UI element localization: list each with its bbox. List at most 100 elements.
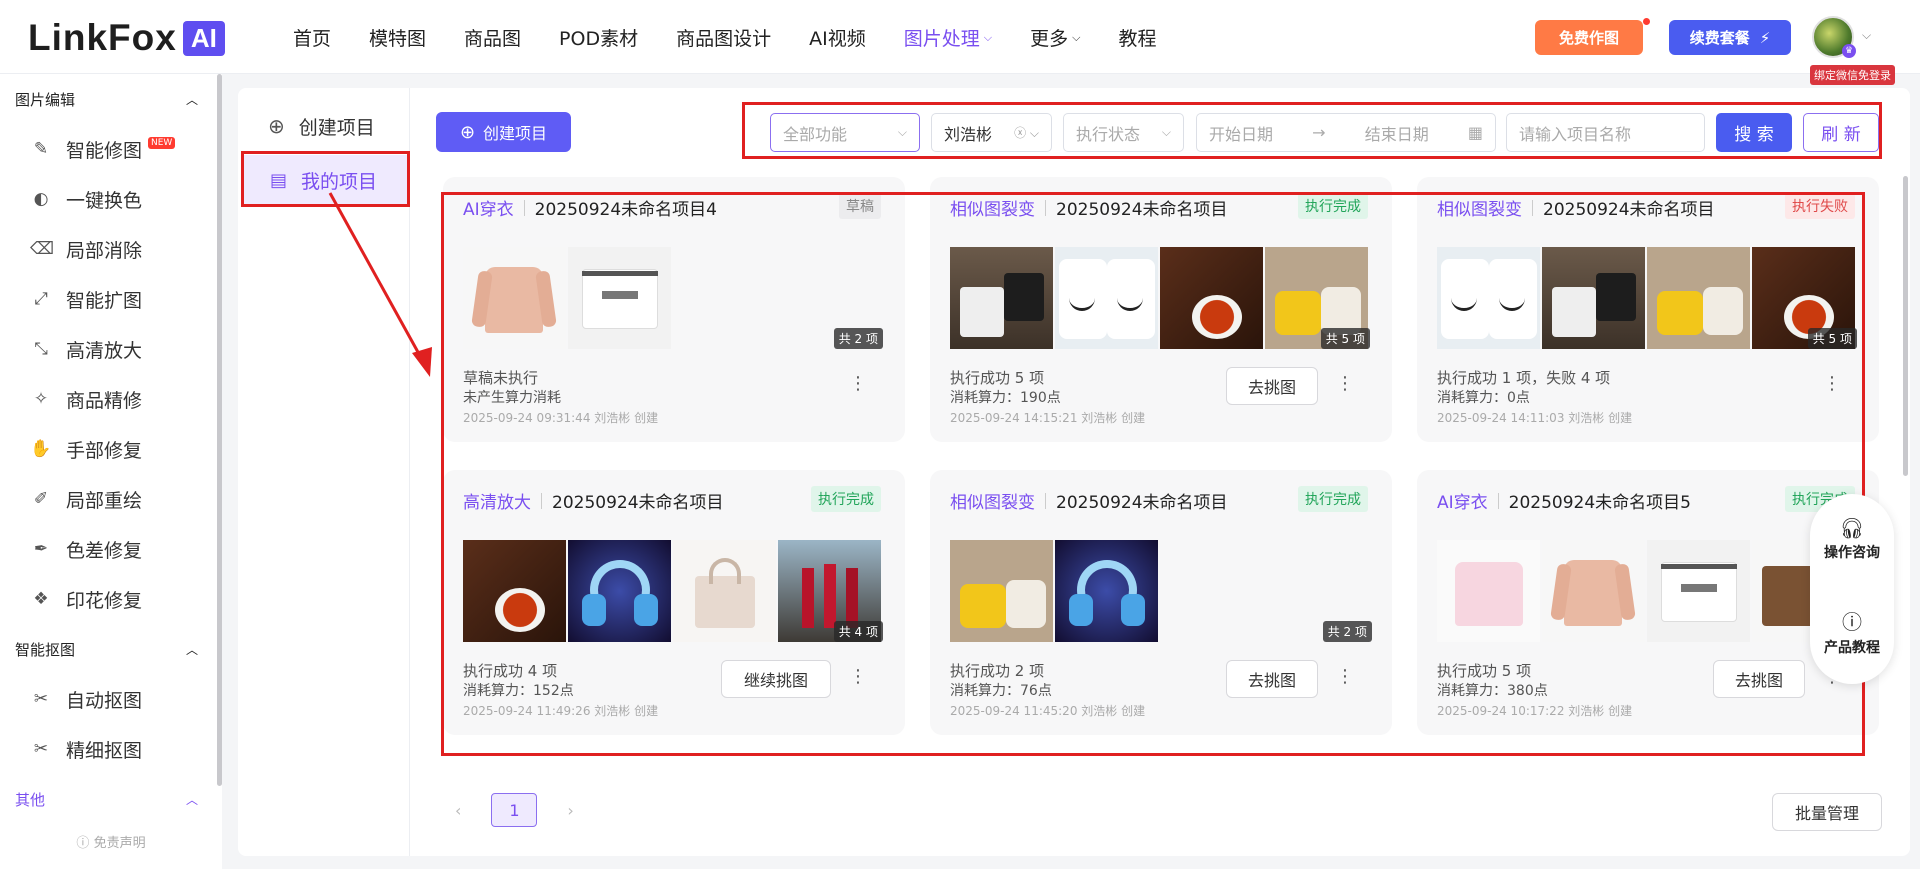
tool-icon: ✧ (33, 389, 49, 409)
sidebar-item[interactable]: ✋ 手部修复 (0, 424, 222, 474)
prev-page-button[interactable]: ‹ (455, 801, 461, 820)
sidebar-item-label: 手部修复 (66, 439, 143, 462)
tool-icon: ✂ (33, 689, 49, 709)
renew-plan-button[interactable]: 续费套餐 ⚡ (1669, 20, 1791, 55)
sidebar-item[interactable]: ✎ 智能修图 NEW (0, 124, 222, 174)
nav-item[interactable]: 首页 (293, 24, 331, 51)
sidebar-item[interactable]: ⤡ 高清放大 (0, 324, 222, 374)
tool-icon: ✋ (30, 439, 52, 459)
sidebar: 图片编辑 ︿ ✎ 智能修图 NEW ◐ 一键换色 ⌫ 局部消除 ⤢ 智能扩图 ⤡ 高清放大 ✧ 商品精修… (0, 74, 222, 869)
subnav-create-project[interactable]: ⊕ 创建项目 (268, 104, 375, 148)
plus-circle-icon: ⊕ (459, 121, 476, 143)
sidebar-group-smart-cutout: ✂ 自动抠图 ✂ 精细抠图 (0, 674, 222, 774)
sidebar-item[interactable]: ✐ 局部重绘 (0, 474, 222, 524)
notification-dot (1643, 18, 1650, 25)
subnav-label: 创建项目 (298, 116, 375, 139)
sidebar-item-label: 色差修复 (66, 539, 143, 562)
nav-label: 首页 (293, 28, 332, 50)
bind-wechat-tag[interactable]: 绑定微信免登录 (1810, 65, 1895, 85)
sidebar-item[interactable]: ⤢ 智能扩图 (0, 274, 222, 324)
nav-item[interactable]: 模特图 (369, 24, 426, 51)
renew-label: 续费套餐 (1689, 29, 1750, 47)
chevron-down-icon: ⌵ (983, 30, 993, 44)
logo[interactable]: LinkFox AI (28, 17, 225, 58)
nav-item[interactable]: 图片处理 ⌵ (904, 24, 992, 51)
sidebar-section-smart-cutout[interactable]: 智能抠图 ︿ (0, 624, 222, 674)
tool-icon: ✂ (33, 739, 49, 759)
floating-help-panel: 🎧︎ 操作咨询 ⓘ 产品教程 (1810, 494, 1894, 684)
tool-icon: ⤢ (34, 289, 48, 309)
sidebar-item-label: 商品精修 (66, 389, 143, 412)
main-scrollbar[interactable] (1903, 176, 1908, 476)
sidebar-item[interactable]: ✧ 商品精修 (0, 374, 222, 424)
tool-icon: ✐ (33, 489, 49, 509)
chevron-up-icon: ︿ (185, 642, 198, 657)
sidebar-item[interactable]: ◐ 一键换色 (0, 174, 222, 224)
annotation-arrow (328, 192, 432, 377)
sidebar-item[interactable]: ✂ 精细抠图 (0, 724, 222, 774)
disclaimer-link[interactable]: ⓘ 免责声明 (0, 832, 222, 851)
tool-icon: ⤡ (34, 339, 48, 359)
free-drawing-button[interactable]: 免费作图 (1535, 20, 1643, 55)
sidebar-item-label: 高清放大 (66, 339, 143, 362)
top-bar: LinkFox AI 首页 模特图 商品图 POD素材 商品图设计 AI视频 图片处理 ⌵ 更多… (0, 0, 1920, 85)
nav-item[interactable]: POD素材 (559, 24, 638, 51)
nav-item[interactable]: 教程 (1118, 24, 1156, 51)
nav-label: AI视频 (809, 28, 866, 50)
crown-icon: ♛ (1842, 44, 1856, 58)
plus-circle-icon: ⊕ (268, 114, 285, 138)
sidebar-group-image-edit: ✎ 智能修图 NEW ◐ 一键换色 ⌫ 局部消除 ⤢ 智能扩图 ⤡ 高清放大 ✧ 商品精修 ✋ 手部修复 ✐ 局… (0, 124, 222, 624)
logo-ai-badge: AI (182, 20, 225, 56)
sidebar-item-label: 一键换色 (66, 189, 143, 212)
headset-icon: 🎧︎ (1839, 516, 1865, 540)
chevron-down-icon[interactable]: ⌵ (1862, 28, 1871, 43)
create-label: 创建项目 (483, 124, 548, 143)
consult-button[interactable]: 🎧︎ 操作咨询 (1810, 516, 1894, 562)
tutorial-button[interactable]: ⓘ 产品教程 (1810, 606, 1894, 657)
pagination: ‹ 1 › (455, 793, 574, 827)
create-project-button[interactable]: ⊕ 创建项目 (436, 112, 571, 152)
nav-label: 模特图 (369, 28, 427, 50)
tutorial-label: 产品教程 (1824, 640, 1880, 656)
highlight-box-cards (441, 192, 1865, 756)
sidebar-item-label: 局部消除 (66, 239, 143, 262)
sidebar-item[interactable]: ⌫ 局部消除 (0, 224, 222, 274)
nav-label: 商品图设计 (676, 28, 772, 50)
section-label: 智能抠图 (15, 640, 76, 659)
disclaimer-label: 免责声明 (93, 836, 146, 851)
sidebar-item-label: 智能扩图 (66, 289, 143, 312)
sidebar-item[interactable]: ✒ 色差修复 (0, 524, 222, 574)
tool-icon: ◐ (33, 189, 49, 209)
lightning-icon: ⚡ (1759, 28, 1771, 47)
sidebar-scrollbar[interactable] (217, 74, 222, 786)
section-label: 图片编辑 (15, 90, 76, 109)
chevron-down-icon: ⌵ (1072, 30, 1081, 44)
nav-item[interactable]: AI视频 (809, 24, 866, 51)
sidebar-section-other[interactable]: 其他 ︿ (0, 774, 222, 824)
nav-label: 更多 (1030, 28, 1069, 50)
page-1-button[interactable]: 1 (491, 793, 538, 827)
nav-label: POD素材 (559, 28, 639, 50)
nav-label: 教程 (1118, 28, 1157, 50)
tool-icon: ❖ (33, 589, 49, 609)
sidebar-item-label: 印花修复 (66, 589, 143, 612)
main-nav: 首页 模特图 商品图 POD素材 商品图设计 AI视频 图片处理 ⌵ 更多 ⌵ 教程 (293, 24, 1194, 51)
logo-text: LinkFox (28, 17, 177, 58)
sidebar-item[interactable]: ❖ 印花修复 (0, 574, 222, 624)
nav-label: 商品图 (464, 28, 522, 50)
sidebar-section-image-edit[interactable]: 图片编辑 ︿ (0, 74, 222, 124)
batch-manage-button[interactable]: 批量管理 (1772, 793, 1882, 831)
sidebar-item-label: 自动抠图 (66, 689, 143, 712)
info-icon: ⓘ (76, 836, 94, 851)
sidebar-item-label: 局部重绘 (66, 489, 143, 512)
next-page-button[interactable]: › (567, 801, 573, 820)
help-circle-icon: ⓘ (1842, 610, 1862, 634)
consult-label: 操作咨询 (1824, 545, 1880, 561)
new-badge: NEW (148, 137, 176, 149)
nav-item[interactable]: 商品图 (464, 24, 521, 51)
nav-item[interactable]: 商品图设计 (676, 24, 771, 51)
nav-item[interactable]: 更多 ⌵ (1030, 24, 1080, 51)
chevron-up-icon: ︿ (185, 792, 198, 807)
sidebar-item[interactable]: ✂ 自动抠图 (0, 674, 222, 724)
tool-icon: ✒ (33, 539, 49, 559)
